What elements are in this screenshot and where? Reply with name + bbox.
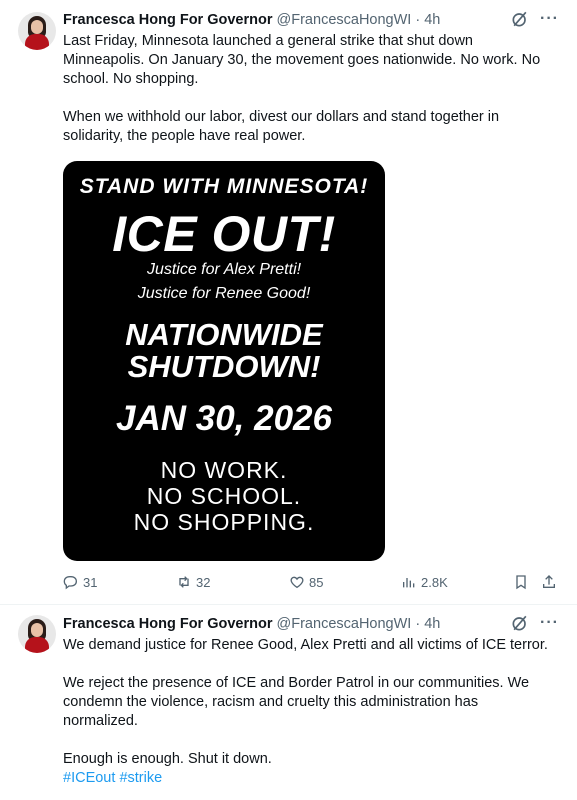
poster-text: ICE OUT! [112,206,336,262]
poster-text: NO SCHOOL. [146,483,302,509]
tweet-header: Francesca Hong For Governor @FrancescaHo… [63,615,440,633]
tweet-text-line: Last Friday, Minnesota launched a genera… [63,33,473,49]
hashtag-link[interactable]: #strike [119,770,162,786]
tweet-text: We demand justice for Renee Good, Alex P… [63,636,563,788]
poster-text: Justice for Renee Good! [137,285,311,302]
poster-text: STAND WITH MINNESOTA! [79,175,369,198]
more-icon[interactable]: ··· [540,10,559,28]
tweet-1[interactable]: Francesca Hong For Governor @FrancescaHo… [0,0,577,600]
bookmark-icon [516,575,526,590]
hashtag-link[interactable]: #ICEout [63,770,115,786]
views-icon [403,578,415,588]
tweet-text-line: Minneapolis. On January 30, the movement… [63,52,541,68]
header-actions: ··· [510,613,559,633]
tweet-text-line: Enough is enough. Shut it down. [63,751,272,767]
reply-icon [63,576,78,590]
tweet-2[interactable]: Francesca Hong For Governor @FrancescaHo… [0,605,577,800]
poster-text: NO SHOPPING. [133,509,315,535]
author-handle[interactable]: @FrancescaHongWI [277,616,412,632]
hashtag-line: #ICEout #strike [63,769,563,788]
like-button[interactable]: 85 [289,574,323,590]
grok-icon[interactable] [510,613,530,633]
poster-text: NO WORK. [160,457,288,483]
poster-text: SHUTDOWN! [127,349,321,384]
tweet-text-line: solidarity, the people have real power. [63,128,306,144]
poster-text: Justice for Alex Pretti! [146,261,302,278]
author-handle[interactable]: @FrancescaHongWI [277,12,412,28]
tweet-header: Francesca Hong For Governor @FrancescaHo… [63,11,440,29]
views-button[interactable]: 2.8K [401,574,448,590]
tweet-text: Last Friday, Minnesota launched a genera… [63,32,563,146]
timestamp[interactable]: 4h [424,12,440,28]
poster-text: JAN 30, 2026 [116,399,332,438]
header-actions: ··· [510,9,559,29]
tweet-text-line: We reject the presence of ICE and Border… [63,675,530,691]
tweet-image[interactable]: STAND WITH MINNESOTA! ICE OUT! Justice f… [63,161,385,561]
repost-button[interactable]: 32 [176,574,210,590]
reply-button[interactable]: 31 [63,574,97,590]
reply-count: 31 [83,574,98,590]
repost-icon [179,576,189,588]
separator: · [415,616,421,632]
timestamp[interactable]: 4h [424,616,440,632]
share-button[interactable] [541,574,557,590]
avatar[interactable] [18,12,56,50]
like-count: 85 [309,574,324,590]
tweet-text-line: normalized. [63,713,138,729]
tweet-text-line: condemn the violence, racism and cruelty… [63,694,479,710]
tweet-text-line: When we withhold our labor, divest our d… [63,109,500,125]
repost-count: 32 [196,574,211,590]
share-icon [543,575,555,588]
separator: · [415,12,421,28]
view-count: 2.8K [421,574,448,590]
author-name[interactable]: Francesca Hong For Governor [63,12,273,28]
grok-icon[interactable] [510,9,530,29]
heart-icon [290,576,304,589]
bookmark-button[interactable] [513,574,529,590]
poster-text: NATIONWIDE [125,317,323,352]
author-name[interactable]: Francesca Hong For Governor [63,616,273,632]
tweet-text-line: school. No shopping. [63,71,199,87]
avatar[interactable] [18,615,56,653]
tweet-actions: 31 32 85 2.8K [63,574,563,594]
tweet-text-line: We demand justice for Renee Good, Alex P… [63,637,548,653]
more-icon[interactable]: ··· [540,614,559,632]
